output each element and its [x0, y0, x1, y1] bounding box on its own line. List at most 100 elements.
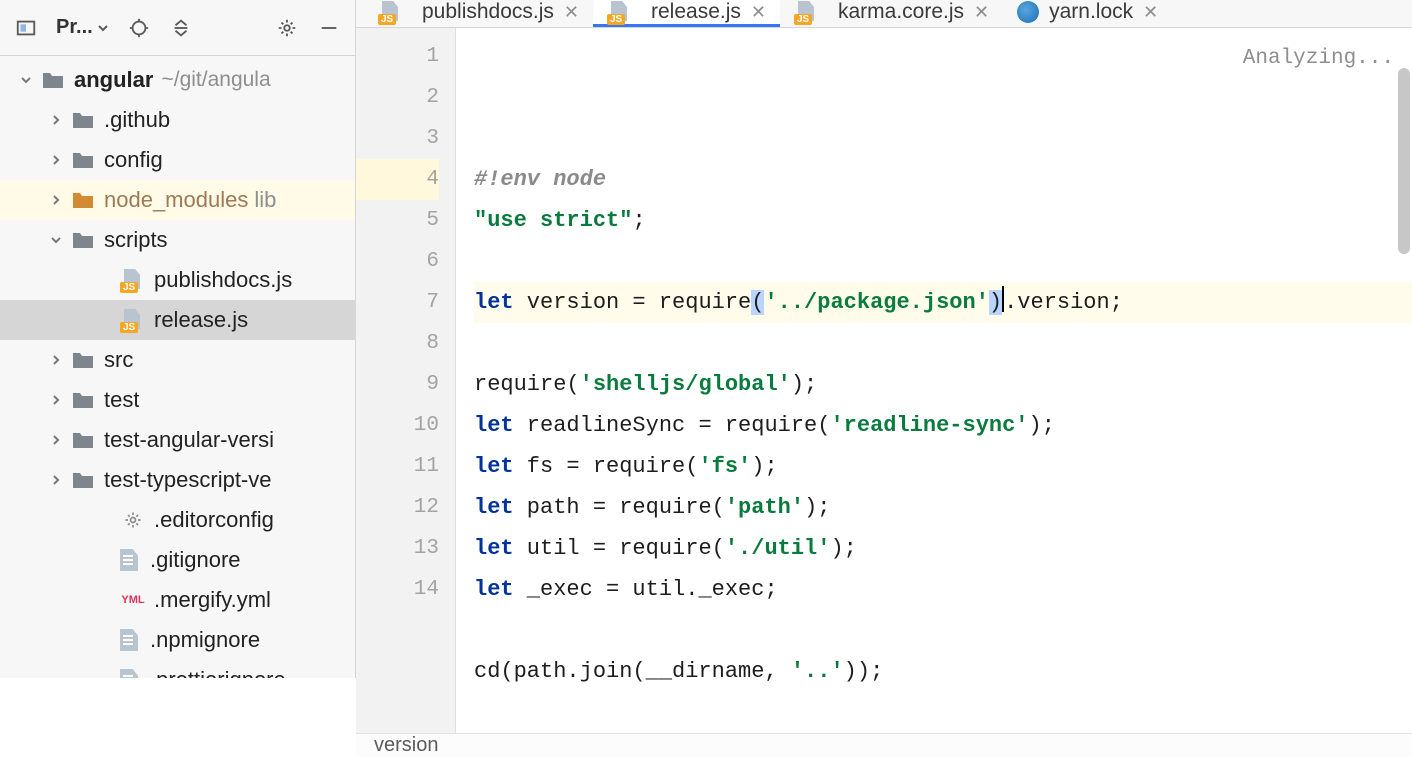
tab-karma-core-js[interactable]: karma.core.js✕: [780, 0, 1003, 27]
expand-all-icon[interactable]: [163, 10, 199, 46]
project-tree[interactable]: angular~/git/angula.githubconfignode_mod…: [0, 56, 355, 678]
close-icon[interactable]: ✕: [751, 2, 766, 23]
tree-item-label: node_modules: [104, 187, 248, 213]
line-gutter[interactable]: 1234567891011121314: [356, 28, 456, 733]
code-line[interactable]: let readlineSync = require('readline-syn…: [474, 405, 1412, 446]
tree-item-test[interactable]: test: [0, 380, 355, 420]
scroll-thumb[interactable]: [1398, 68, 1410, 254]
line-number[interactable]: 13: [356, 528, 439, 569]
tree-item-src[interactable]: src: [0, 340, 355, 380]
sidebar-toolbar: Pr...: [0, 0, 355, 56]
line-number[interactable]: 8: [356, 323, 439, 364]
line-number[interactable]: 12: [356, 487, 439, 528]
folder-icon: [70, 227, 96, 253]
line-number[interactable]: 14: [356, 569, 439, 610]
line-number[interactable]: 2: [356, 77, 439, 118]
tree-item-publishdocs-js[interactable]: publishdocs.js: [0, 260, 355, 300]
code-line[interactable]: [474, 241, 1412, 282]
line-number[interactable]: 9: [356, 364, 439, 405]
analyzing-status: Analyzing...: [1243, 38, 1394, 79]
tree-item-label: .github: [104, 107, 170, 133]
gear-icon[interactable]: [269, 10, 305, 46]
close-icon[interactable]: ✕: [1143, 2, 1158, 23]
yml-file-icon: YML: [120, 589, 146, 611]
tree-item-label: test-typescript-ve: [104, 467, 272, 493]
tree-item--prettierignore[interactable]: .prettierignore: [0, 660, 355, 678]
code-line[interactable]: [474, 692, 1412, 733]
chevron-down-icon[interactable]: [12, 74, 40, 86]
projects-dropdown[interactable]: Pr...: [50, 12, 115, 43]
minimize-icon[interactable]: [311, 10, 347, 46]
code-line[interactable]: let path = require('path');: [474, 487, 1412, 528]
code-line[interactable]: let fs = require('fs');: [474, 446, 1412, 487]
editor-breadcrumb[interactable]: version: [356, 733, 1412, 757]
chevron-right-icon[interactable]: [42, 154, 70, 166]
path-hint: ~/git/angula: [161, 68, 270, 92]
line-number[interactable]: 11: [356, 446, 439, 487]
editor-body: 1234567891011121314 Analyzing... #!env n…: [356, 28, 1412, 733]
tab-yarn-lock[interactable]: yarn.lock ✕: [1003, 0, 1172, 27]
line-number[interactable]: 4: [356, 159, 439, 200]
close-icon[interactable]: ✕: [564, 2, 579, 23]
line-number[interactable]: 6: [356, 241, 439, 282]
tree-item-node-modules[interactable]: node_modules lib: [0, 180, 355, 220]
tree-item-label: .editorconfig: [154, 507, 274, 533]
code-line[interactable]: require('shelljs/global');: [474, 364, 1412, 405]
yarn-icon: [1017, 1, 1039, 23]
config-file-icon: [120, 507, 146, 533]
tree-item-angular[interactable]: angular ~/git/angula: [0, 60, 355, 100]
folder-icon: [70, 187, 96, 213]
tree-item-label: .npmignore: [150, 627, 260, 653]
line-number[interactable]: 1: [356, 36, 439, 77]
code-line[interactable]: [474, 323, 1412, 364]
text-file-icon: [120, 669, 138, 678]
chevron-right-icon[interactable]: [42, 474, 70, 486]
tree-item--npmignore[interactable]: .npmignore: [0, 620, 355, 660]
code-line[interactable]: let version = require('../package.json')…: [474, 282, 1412, 323]
js-file-icon: [378, 1, 404, 23]
chevron-down-icon[interactable]: [42, 234, 70, 246]
tree-item-label: release.js: [154, 307, 248, 333]
code-line[interactable]: [474, 610, 1412, 651]
code-line[interactable]: "use strict";: [474, 200, 1412, 241]
chevron-right-icon[interactable]: [42, 114, 70, 126]
tree-item-test-typescript-ve[interactable]: test-typescript-ve: [0, 460, 355, 500]
target-icon[interactable]: [121, 10, 157, 46]
chevron-right-icon[interactable]: [42, 394, 70, 406]
tree-item--gitignore[interactable]: .gitignore: [0, 540, 355, 580]
js-file-icon: [794, 1, 820, 23]
chevron-right-icon[interactable]: [42, 194, 70, 206]
tree-item-release-js[interactable]: release.js: [0, 300, 355, 340]
folder-icon: [40, 67, 66, 93]
line-number[interactable]: 3: [356, 118, 439, 159]
chevron-right-icon[interactable]: [42, 354, 70, 366]
tree-item-config[interactable]: config: [0, 140, 355, 180]
line-number[interactable]: 10: [356, 405, 439, 446]
folder-icon: [70, 427, 96, 453]
breadcrumb-item[interactable]: version: [374, 734, 438, 757]
line-number[interactable]: 5: [356, 200, 439, 241]
scrollbar[interactable]: [1398, 32, 1410, 292]
tab-label: yarn.lock: [1049, 0, 1133, 24]
tree-item-test-angular-versi[interactable]: test-angular-versi: [0, 420, 355, 460]
tree-item--editorconfig[interactable]: .editorconfig: [0, 500, 355, 540]
tab-release-js[interactable]: release.js✕: [593, 0, 780, 27]
close-icon[interactable]: ✕: [974, 2, 989, 23]
tree-item-scripts[interactable]: scripts: [0, 220, 355, 260]
code-line[interactable]: let _exec = util._exec;: [474, 569, 1412, 610]
library-hint: lib: [254, 187, 276, 213]
tab-publishdocs-js[interactable]: publishdocs.js ✕: [364, 0, 593, 27]
chevron-right-icon[interactable]: [42, 434, 70, 446]
text-file-icon: [120, 629, 138, 651]
code-view[interactable]: Analyzing... #!env node"use strict"; let…: [456, 28, 1412, 733]
tree-item--github[interactable]: .github: [0, 100, 355, 140]
code-line[interactable]: #!env node: [474, 159, 1412, 200]
tree-item-label: angular: [74, 67, 153, 93]
tab-label: publishdocs.js: [422, 0, 554, 24]
tree-item--mergify-yml[interactable]: YML.mergify.yml: [0, 580, 355, 620]
project-view-icon[interactable]: [8, 10, 44, 46]
tree-item-label: .prettierignore: [150, 667, 286, 678]
code-line[interactable]: let util = require('./util');: [474, 528, 1412, 569]
line-number[interactable]: 7: [356, 282, 439, 323]
code-line[interactable]: cd(path.join(__dirname, '..'));: [474, 651, 1412, 692]
